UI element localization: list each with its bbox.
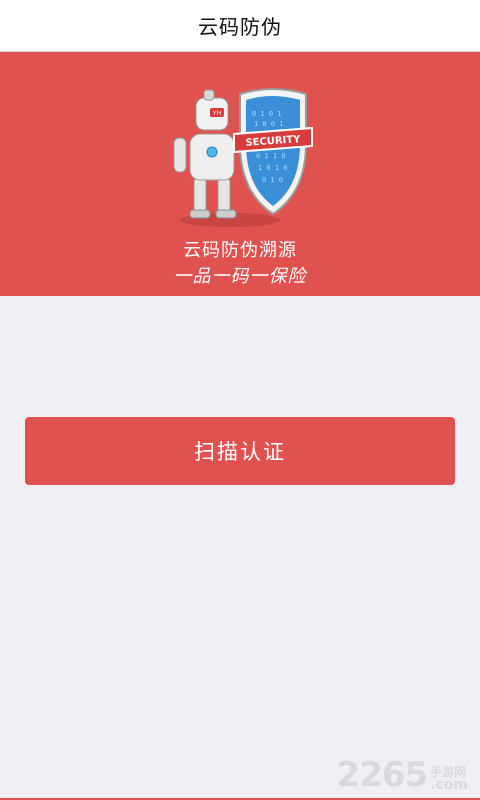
- watermark-number: 2265: [336, 755, 429, 795]
- hero-slogan-line1: 云码防伪溯源: [183, 240, 297, 261]
- top-bar: 云码防伪: [0, 0, 480, 52]
- site-watermark: 2265 手游网 .com: [337, 752, 468, 792]
- robot-badge-text: YH: [212, 110, 221, 117]
- page-title: 云码防伪: [198, 15, 282, 39]
- svg-text:0 1 1 0: 0 1 1 0: [256, 152, 286, 160]
- svg-text:1 0 1 0: 1 0 1 0: [258, 164, 288, 172]
- hero-slogan-line2: 一品一码一保险: [173, 266, 307, 287]
- scan-verify-button[interactable]: 扫描认证: [25, 417, 455, 485]
- svg-text:0 1 0: 0 1 0: [262, 176, 283, 184]
- svg-text:1 0 0 1: 1 0 0 1: [254, 120, 284, 128]
- hero-banner: YH 0 1 0 1 1 0 0 1 0 1 1 0 1 0 1 0 0 1 0…: [0, 52, 480, 296]
- watermark-suffix: 手游网 .com: [430, 766, 468, 792]
- watermark-com: .com: [430, 777, 468, 793]
- svg-text:0 1 0 1: 0 1 0 1: [252, 110, 282, 118]
- robot-shield-illustration: YH 0 1 0 1 1 0 0 1 0 1 1 0 1 0 1 0 0 1 0…: [173, 88, 313, 227]
